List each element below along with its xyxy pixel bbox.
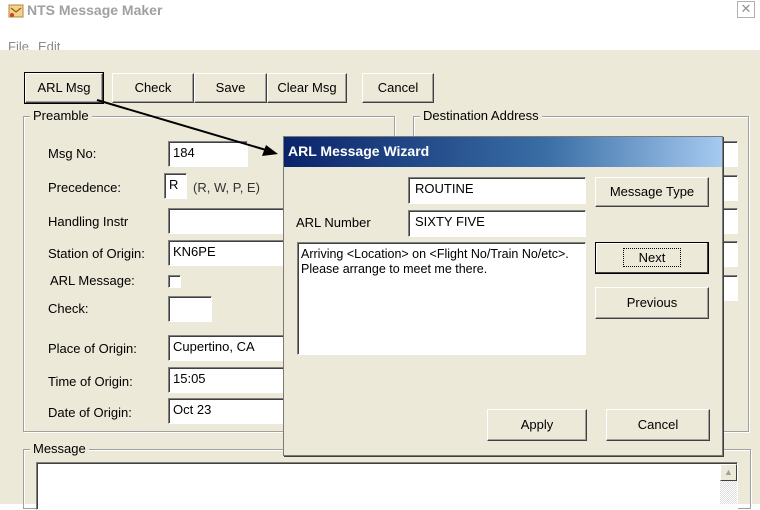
arl-message-text[interactable]: Arriving <Location> on <Flight No/Train … <box>297 242 586 355</box>
apply-button[interactable]: Apply <box>487 409 587 441</box>
previous-button[interactable]: Previous <box>595 287 709 319</box>
next-button[interactable]: Next <box>595 242 709 274</box>
message-type-field[interactable]: ROUTINE <box>408 177 586 204</box>
arl-number-field[interactable]: SIXTY FIVE <box>408 210 586 237</box>
message-type-button[interactable]: Message Type <box>595 177 709 207</box>
arl-wizard-title: ARL Message Wizard <box>288 143 430 159</box>
dialog-cancel-button[interactable]: Cancel <box>606 409 710 441</box>
arl-number-label: ARL Number <box>296 215 371 230</box>
next-button-label: Next <box>622 248 682 267</box>
